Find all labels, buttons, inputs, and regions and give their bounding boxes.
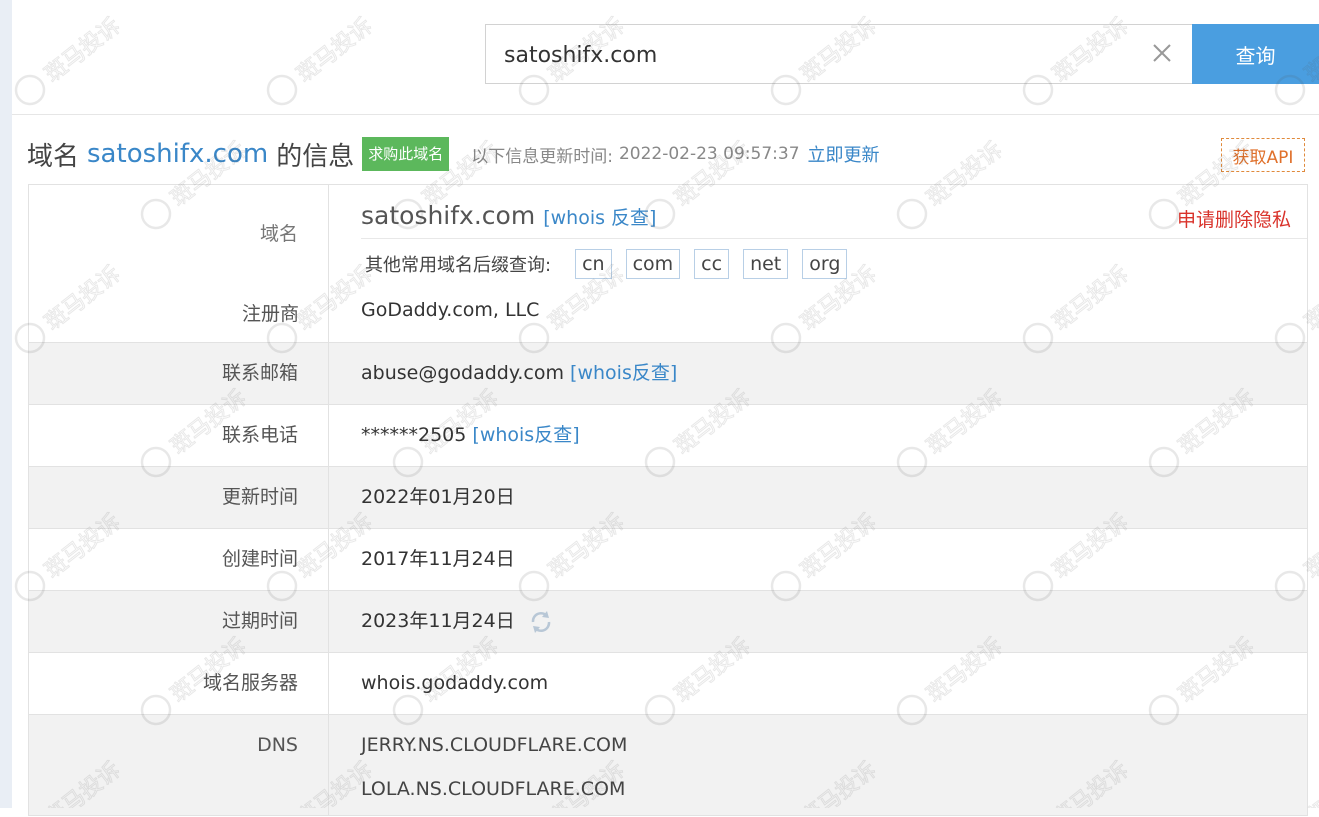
- table-row-phone: 联系电话 ******2505 [whois反查]: [29, 405, 1307, 467]
- close-icon[interactable]: [1150, 41, 1174, 65]
- title-prefix: 域名: [27, 141, 80, 172]
- whois-server-value: whois.godaddy.com: [361, 672, 549, 694]
- dns-label: DNS: [29, 715, 329, 815]
- remove-privacy-link[interactable]: 申请删除隐私: [1177, 205, 1291, 232]
- phone-cell: ******2505 [whois反查]: [329, 405, 1307, 466]
- divider: [361, 238, 1307, 239]
- dns-cell: JERRY.NS.CLOUDFLARE.COM LOLA.NS.CLOUDFLA…: [329, 715, 1307, 815]
- registrar-value: GoDaddy.com, LLC: [361, 299, 540, 321]
- email-cell: abuse@godaddy.com [whois反查]: [329, 343, 1307, 404]
- table-row-created: 创建时间 2017年11月24日: [29, 529, 1307, 591]
- email-whois-link[interactable]: [whois反查]: [570, 362, 677, 384]
- suffix-tag-net[interactable]: net: [743, 249, 789, 279]
- created-label: 创建时间: [29, 529, 329, 590]
- suffix-label: 其他常用域名后缀查询:: [365, 255, 552, 276]
- email-label: 联系邮箱: [29, 343, 329, 404]
- email-value: abuse@godaddy.com: [361, 362, 564, 384]
- dns-server-1: JERRY.NS.CLOUDFLARE.COM: [361, 734, 628, 756]
- title-domain: satoshifx.com: [87, 139, 269, 169]
- suffix-tag-org[interactable]: org: [802, 249, 848, 279]
- domain-name: satoshifx.com: [361, 201, 536, 230]
- title-suffix: 的信息: [276, 141, 355, 172]
- suffix-query: 其他常用域名后缀查询: cn com cc net org: [365, 249, 861, 279]
- expires-label: 过期时间: [29, 591, 329, 652]
- buy-domain-button[interactable]: 求购此域名: [362, 137, 450, 171]
- refresh-icon[interactable]: [527, 608, 555, 636]
- created-value: 2017年11月24日: [361, 548, 515, 570]
- suffix-tag-cn[interactable]: cn: [575, 249, 612, 279]
- watermark-tile: 斑马投诉: [266, 13, 378, 106]
- updated-value: 2022年01月20日: [361, 486, 515, 508]
- svg-text:斑马投诉: 斑马投诉: [41, 14, 126, 88]
- expires-cell: 2023年11月24日: [329, 591, 1307, 652]
- phone-value: ******2505: [361, 424, 467, 446]
- table-row-expires: 过期时间 2023年11月24日: [29, 591, 1307, 653]
- search-button[interactable]: 查询: [1192, 24, 1319, 84]
- table-row-whois-server: 域名服务器 whois.godaddy.com: [29, 653, 1307, 715]
- table-row-updated: 更新时间 2022年01月20日: [29, 467, 1307, 529]
- table-row-email: 联系邮箱 abuse@godaddy.com [whois反查]: [29, 343, 1307, 405]
- suffix-tag-com[interactable]: com: [625, 249, 681, 279]
- whois-reverse-link[interactable]: [whois 反查]: [543, 203, 656, 230]
- search-bar: 查询: [485, 24, 1319, 84]
- update-label: 以下信息更新时间:: [471, 146, 613, 167]
- updated-label: 更新时间: [29, 467, 329, 528]
- search-input[interactable]: [502, 33, 1146, 77]
- table-row-domain: 域名 satoshifx.com [whois 反查] 申请删除隐私 其他常用域…: [29, 185, 1307, 343]
- page-title: 域名 satoshifx.com 的信息 求购此域名 以下信息更新时间: 202…: [27, 134, 880, 174]
- dns-server-2: LOLA.NS.CLOUDFLARE.COM: [361, 778, 626, 800]
- svg-text:斑马投诉: 斑马投诉: [293, 14, 378, 88]
- divider: [12, 114, 1319, 115]
- update-time: 2022-02-23 09:57:37: [618, 144, 800, 164]
- update-now-link[interactable]: 立即更新: [808, 141, 880, 167]
- whois-server-label: 域名服务器: [29, 653, 329, 714]
- search-field[interactable]: [485, 24, 1192, 84]
- phone-whois-link[interactable]: [whois反查]: [472, 424, 579, 446]
- suffix-tag-cc[interactable]: cc: [694, 249, 730, 279]
- left-edge: [0, 0, 12, 808]
- watermark-tile: 斑马投诉: [14, 13, 126, 106]
- expires-value: 2023年11月24日: [361, 610, 515, 632]
- phone-label: 联系电话: [29, 405, 329, 466]
- get-api-button[interactable]: 获取API: [1221, 138, 1305, 172]
- whois-table: 域名 satoshifx.com [whois 反查] 申请删除隐私 其他常用域…: [28, 184, 1308, 816]
- table-row-dns: DNS JERRY.NS.CLOUDFLARE.COM LOLA.NS.CLOU…: [29, 715, 1307, 816]
- registrar-label: 注册商: [241, 303, 299, 325]
